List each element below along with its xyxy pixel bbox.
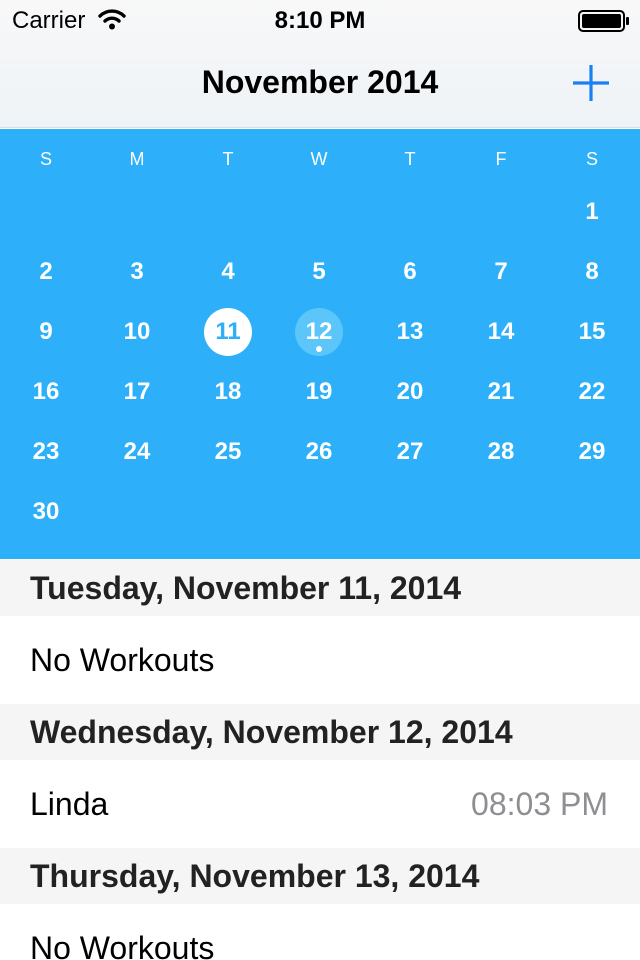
calendar-day-label: 18 — [214, 378, 242, 405]
calendar-day-label: 23 — [32, 438, 60, 465]
weekday-label: M — [129, 149, 145, 169]
calendar-day-label: 4 — [221, 258, 235, 285]
calendar-day-4[interactable]: 4 — [200, 244, 256, 300]
weekday-label: T — [222, 149, 234, 169]
calendar-day-27[interactable]: 27 — [382, 424, 438, 480]
calendar-day-label: 12 — [305, 318, 333, 345]
weekday-label: S — [39, 149, 52, 169]
calendar-day-label: 13 — [396, 318, 424, 345]
calendar-day-label: 27 — [396, 438, 424, 465]
calendar-day-19[interactable]: 19 — [291, 364, 347, 420]
calendar-day-label: 24 — [123, 438, 151, 465]
calendar-day-29[interactable]: 29 — [564, 424, 620, 480]
battery-icon — [578, 10, 629, 32]
status-bar: Carrier 8:10 PM — [0, 0, 640, 40]
list-item[interactable]: No Workouts — [0, 904, 640, 960]
calendar-day-label: 20 — [396, 378, 424, 405]
section-header: Wednesday, November 12, 2014 — [0, 704, 640, 760]
calendar-day-label: 19 — [305, 378, 333, 405]
calendar-day-25[interactable]: 25 — [200, 424, 256, 480]
calendar-day-label: 15 — [578, 318, 606, 345]
calendar-day-9[interactable]: 9 — [18, 304, 74, 360]
calendar-day-28[interactable]: 28 — [473, 424, 529, 480]
calendar-day-30[interactable]: 30 — [18, 484, 74, 540]
navigation-bar: Carrier 8:10 PM November 2014 — [0, 0, 640, 128]
calendar-day-16[interactable]: 16 — [18, 364, 74, 420]
calendar-day-14[interactable]: 14 — [473, 304, 529, 360]
list-item[interactable]: No Workouts — [0, 616, 640, 704]
calendar-day-label: 2 — [39, 258, 53, 285]
calendar-day-21[interactable]: 21 — [473, 364, 529, 420]
calendar-day-label: 7 — [494, 258, 508, 285]
weekday-label: W — [310, 149, 328, 169]
calendar-day-3[interactable]: 3 — [109, 244, 165, 300]
calendar-day-12[interactable]: 12 — [295, 308, 343, 356]
calendar-day-label: 28 — [487, 438, 515, 465]
calendar-day-label: 1 — [585, 198, 599, 225]
calendar-day-label: 21 — [487, 378, 515, 405]
calendar-day-17[interactable]: 17 — [109, 364, 165, 420]
weekday-label: F — [495, 149, 507, 169]
calendar-day-label: 11 — [215, 318, 241, 345]
weekday-header: SMTWTFS — [0, 129, 640, 189]
calendar-day-24[interactable]: 24 — [109, 424, 165, 480]
list-item[interactable]: Linda 08:03 PM — [0, 760, 640, 848]
event-dot-icon — [316, 346, 322, 352]
calendar-day-label: 17 — [123, 378, 151, 405]
calendar-day-label: 3 — [130, 258, 144, 285]
calendar-day-label: 9 — [39, 318, 53, 345]
calendar-day-label: 10 — [123, 318, 151, 345]
add-workout-button[interactable] — [566, 58, 616, 108]
calendar-day-label: 5 — [312, 258, 326, 285]
calendar-day-8[interactable]: 8 — [564, 244, 620, 300]
calendar-day-1[interactable]: 1 — [564, 184, 620, 240]
calendar-day-7[interactable]: 7 — [473, 244, 529, 300]
calendar-day-label: 30 — [32, 498, 60, 525]
calendar-day-26[interactable]: 26 — [291, 424, 347, 480]
section-header: Thursday, November 13, 2014 — [0, 848, 640, 904]
list-item-title: Linda — [30, 786, 109, 822]
calendar-day-2[interactable]: 2 — [18, 244, 74, 300]
page-title: November 2014 — [201, 64, 439, 100]
calendar-day-6[interactable]: 6 — [382, 244, 438, 300]
month-calendar: SMTWTFS 1 2 3 4 5 6 7 8 9 10 11 12 13 14 15 16 17 18 19 20 2… — [0, 129, 640, 559]
calendar-day-label: 26 — [305, 438, 333, 465]
weekday-label: T — [404, 149, 416, 169]
calendar-day-23[interactable]: 23 — [18, 424, 74, 480]
calendar-day-label: 29 — [578, 438, 606, 465]
calendar-day-label: 16 — [32, 378, 60, 405]
calendar-day-label: 6 — [403, 258, 417, 285]
section-header: Tuesday, November 11, 2014 — [0, 560, 640, 616]
calendar-day-20[interactable]: 20 — [382, 364, 438, 420]
calendar-day-13[interactable]: 13 — [382, 304, 438, 360]
calendar-day-22[interactable]: 22 — [564, 364, 620, 420]
list-item-title: No Workouts — [30, 642, 215, 678]
calendar-day-label: 22 — [578, 378, 606, 405]
status-time: 8:10 PM — [274, 7, 366, 34]
calendar-day-label: 25 — [214, 438, 242, 465]
plus-icon — [573, 65, 609, 101]
calendar-day-18[interactable]: 18 — [200, 364, 256, 420]
calendar-day-15[interactable]: 15 — [564, 304, 620, 360]
calendar-day-label: 14 — [487, 318, 515, 345]
list-item-title: No Workouts — [30, 930, 215, 960]
weekday-label: S — [585, 149, 598, 169]
calendar-day-11[interactable]: 11 — [204, 308, 252, 356]
calendar-day-label: 8 — [585, 258, 599, 285]
list-item-time: 08:03 PM — [471, 786, 608, 822]
calendar-day-10[interactable]: 10 — [109, 304, 165, 360]
calendar-day-5[interactable]: 5 — [291, 244, 347, 300]
